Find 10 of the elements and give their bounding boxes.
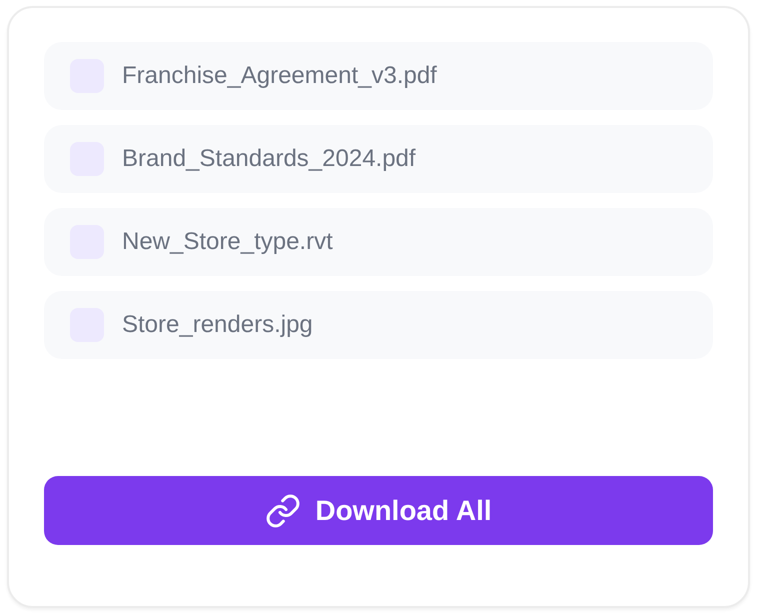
download-all-button[interactable]: Download All [44, 476, 713, 545]
file-name: New_Store_type.rvt [122, 228, 333, 256]
file-row[interactable]: New_Store_type.rvt [44, 208, 713, 276]
file-name: Franchise_Agreement_v3.pdf [122, 62, 437, 90]
file-row[interactable]: Brand_Standards_2024.pdf [44, 125, 713, 193]
file-row[interactable]: Franchise_Agreement_v3.pdf [44, 42, 713, 110]
file-name: Store_renders.jpg [122, 311, 313, 339]
file-name: Brand_Standards_2024.pdf [122, 145, 416, 173]
link-icon [265, 492, 302, 528]
file-row[interactable]: Store_renders.jpg [44, 291, 713, 359]
